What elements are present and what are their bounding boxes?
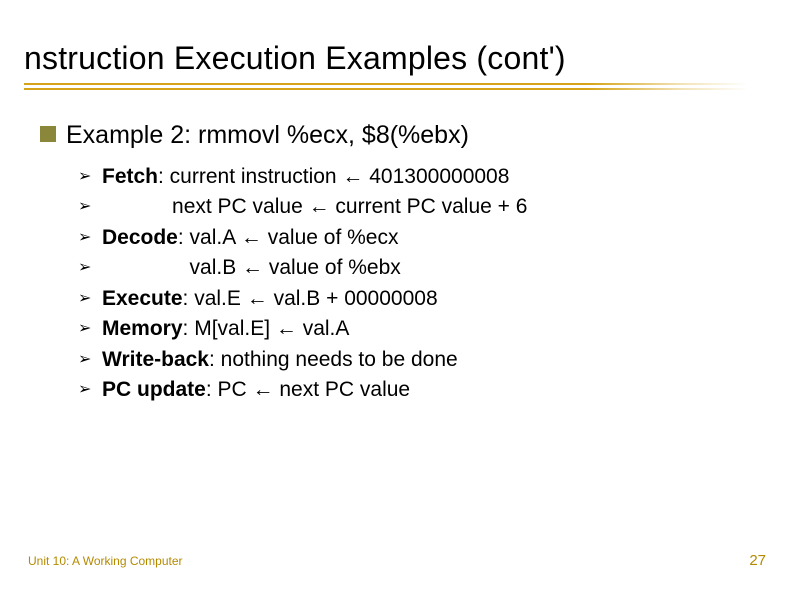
- step-stage: Write-back: [102, 348, 209, 371]
- step-detail: next PC value ← current PC value + 6: [102, 195, 527, 218]
- footer: Unit 10: A Working Computer 27: [28, 552, 766, 569]
- step-item: ➢ Fetch: current instruction ← 401300000…: [78, 162, 766, 192]
- chevron-icon: ➢: [78, 253, 96, 279]
- step-item: ➢ Decode: val.A ← value of %ecx: [78, 223, 766, 253]
- step-detail: : val.E ← val.B + 00000008: [183, 287, 438, 310]
- step-item: ➢ Execute: val.E ← val.B + 00000008: [78, 284, 766, 314]
- step-detail: : val.A ← value of %ecx: [178, 226, 399, 249]
- footer-unit: Unit 10: A Working Computer: [28, 554, 183, 568]
- slide-title: nstruction Execution Examples (cont'): [24, 40, 766, 77]
- step-detail: val.B ← value of %ebx: [102, 256, 401, 279]
- chevron-icon: ➢: [78, 223, 96, 249]
- step-stage: Fetch: [102, 165, 158, 188]
- step-item: ➢ PC update: PC ← next PC value: [78, 375, 766, 405]
- chevron-icon: ➢: [78, 314, 96, 340]
- example-bullet: Example 2: rmmovl %ecx, $8(%ebx): [40, 121, 766, 150]
- step-item: ➢ val.B ← value of %ebx: [78, 253, 766, 283]
- example-code: rmmovl %ecx, $8(%ebx): [198, 121, 469, 149]
- chevron-icon: ➢: [78, 345, 96, 371]
- step-item: ➢ next PC value ← current PC value + 6: [78, 192, 766, 222]
- slide: nstruction Execution Examples (cont') Ex…: [0, 0, 794, 595]
- chevron-icon: ➢: [78, 162, 96, 188]
- example-prefix: Example 2:: [66, 121, 198, 149]
- example-text: Example 2: rmmovl %ecx, $8(%ebx): [66, 121, 469, 150]
- step-item: ➢ Memory: M[val.E] ← val.A: [78, 314, 766, 344]
- step-stage: Memory: [102, 317, 183, 340]
- step-detail: : M[val.E] ← val.A: [183, 317, 350, 340]
- step-item: ➢ Write-back: nothing needs to be done: [78, 345, 766, 375]
- step-detail: : PC ← next PC value: [206, 378, 410, 401]
- step-stage: PC update: [102, 378, 206, 401]
- square-bullet-icon: [40, 126, 56, 142]
- chevron-icon: ➢: [78, 192, 96, 218]
- steps-list: ➢ Fetch: current instruction ← 401300000…: [78, 162, 766, 406]
- step-detail: : current instruction ← 401300000008: [158, 165, 509, 188]
- footer-page-number: 27: [749, 552, 766, 569]
- step-stage: Decode: [102, 226, 178, 249]
- chevron-icon: ➢: [78, 375, 96, 401]
- chevron-icon: ➢: [78, 284, 96, 310]
- step-detail: : nothing needs to be done: [209, 348, 458, 371]
- step-stage: Execute: [102, 287, 183, 310]
- title-underline: [24, 83, 746, 97]
